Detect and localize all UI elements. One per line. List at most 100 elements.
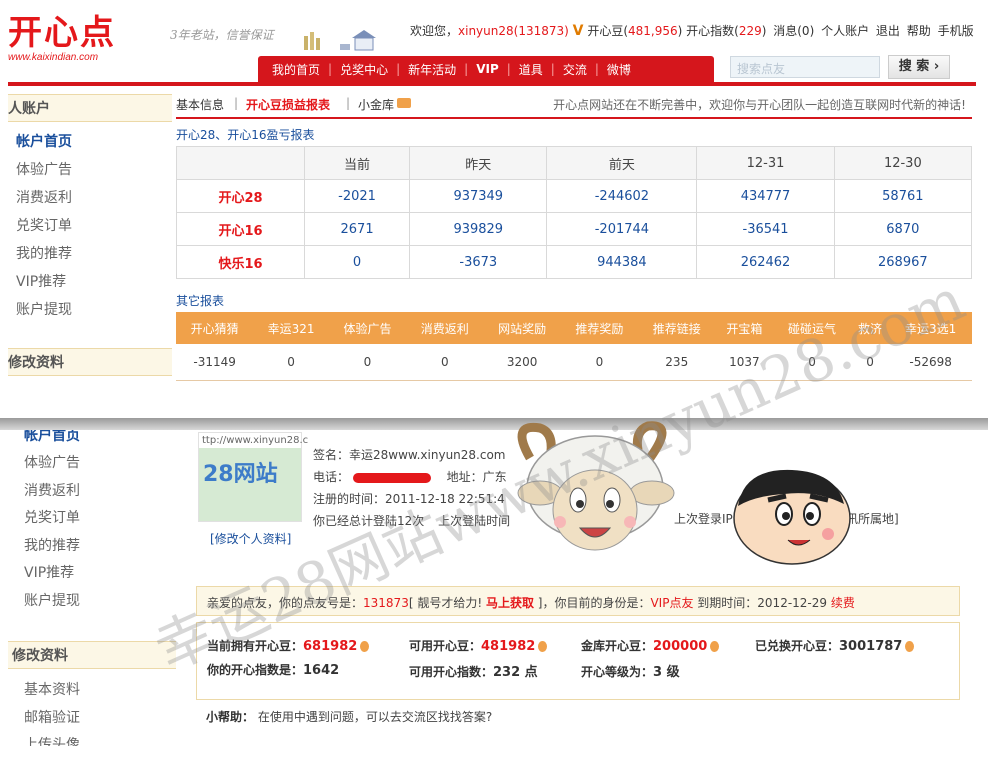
sidebar-heading-edit: 修改资料 xyxy=(8,641,176,669)
index-value: 229 xyxy=(738,24,762,38)
sidebar-item-basic-profile[interactable]: 基本资料 xyxy=(24,677,176,705)
beans-row: 当前拥有开心豆：681982 可用开心豆：481982 金库开心豆：200000… xyxy=(207,635,949,659)
help-link[interactable]: 帮助 xyxy=(907,24,931,38)
messages-link[interactable]: 消息(0) xyxy=(773,24,814,38)
sidebar-item-withdraw[interactable]: 账户提现 xyxy=(16,296,172,324)
coin-icon xyxy=(360,641,370,652)
level-label: 开心等级为： xyxy=(581,665,654,679)
table-cell: 235 xyxy=(638,344,716,381)
table-header-row: 开心猜猜 幸运321 体验广告 消费返利 网站奖励 推荐奖励 推荐链接 开宝箱 … xyxy=(176,312,972,344)
table-cell: 0 xyxy=(560,344,639,381)
coin-icon xyxy=(538,641,548,652)
other-report-title: 其它报表 xyxy=(176,294,225,308)
sidebar-item-vip-referrals[interactable]: VIP推荐 xyxy=(24,560,176,588)
expiry-text: 到期时间：2012-12-29 xyxy=(693,596,831,610)
avatar-text: 28网站 xyxy=(203,462,278,487)
nav-new-year[interactable]: 新年活动 xyxy=(408,61,456,78)
sidebar-list: 帐户首页 体验广告 消费返利 兑奖订单 我的推荐 VIP推荐 账户提现 xyxy=(8,122,172,324)
logout-link[interactable]: 退出 xyxy=(876,24,900,38)
tab-basic-info[interactable]: 基本信息 xyxy=(176,96,224,113)
table-cell: 0 xyxy=(406,344,484,381)
account-link[interactable]: 个人账户 xyxy=(821,24,869,38)
table-cell: 0 xyxy=(328,344,407,381)
sidebar-item-referrals[interactable]: 我的推荐 xyxy=(16,240,172,268)
sidebar-item-referrals[interactable]: 我的推荐 xyxy=(24,533,176,561)
nav-home[interactable]: 我的首页 xyxy=(272,61,320,78)
slogan: 3年老站，信誉保证 xyxy=(170,28,274,42)
help-tip: 小帮助： 在使用中遇到问题，可以去交流区找找答案? xyxy=(206,708,492,725)
available-beans-label: 可用开心豆： xyxy=(409,639,482,653)
vault-beans-label: 金库开心豆： xyxy=(581,639,654,653)
vault-beans-value: 200000 xyxy=(653,639,708,654)
sidebar-item-rebate[interactable]: 消费返利 xyxy=(16,184,172,212)
redaction-mark xyxy=(352,472,431,483)
table-header: 消费返利 xyxy=(406,312,484,344)
coin-icon xyxy=(710,641,720,652)
tab-bean-report[interactable]: 开心豆损益报表 xyxy=(246,96,330,113)
logo-text: 开心点 xyxy=(8,13,116,53)
sidebar-item-account-home[interactable]: 帐户首页 xyxy=(24,430,176,450)
beans-label: 开心豆( xyxy=(587,24,628,38)
vip-icon: V xyxy=(572,23,584,39)
profile-info: 签名：幸运28www.xinyun28.com 电话： 地址：广东 注册的时间：… xyxy=(313,444,510,532)
register-time: 注册的时间：2011-12-18 22:51:4 xyxy=(313,492,505,506)
status-greeting: 亲爱的点友，你的点友号是： xyxy=(207,596,364,610)
login-line: 你已经总计登陆12次 上次登陆时间 xyxy=(313,510,510,532)
table-header: 碰碰运气 xyxy=(773,312,851,344)
table-cell: 58761 xyxy=(833,179,973,213)
nav-separator: | xyxy=(594,62,599,76)
sidebar-item-upload-avatar[interactable]: 上传头像 xyxy=(24,732,176,746)
avatar[interactable]: ttp://www.xinyun28.c 28网站 xyxy=(198,432,308,522)
phone-label: 电话： xyxy=(313,470,350,484)
username-link[interactable]: xinyun28(131873) xyxy=(458,24,569,38)
sidebar-item-account-home[interactable]: 帐户首页 xyxy=(16,128,172,156)
coin-icon xyxy=(905,641,915,652)
header-divider xyxy=(8,82,976,86)
table-header: 开宝箱 xyxy=(715,312,774,344)
table-cell: 0 xyxy=(850,344,890,381)
welcome-text: 欢迎您， xyxy=(410,24,459,38)
table-cell: 2671 xyxy=(303,212,411,246)
edit-profile-link[interactable]: [修改个人资料] xyxy=(210,530,291,547)
search-button[interactable]: 搜 索 › xyxy=(888,55,950,79)
sidebar-item-rebate[interactable]: 消费返利 xyxy=(24,478,176,506)
nav-forum[interactable]: 交流 xyxy=(563,61,587,78)
site-logo[interactable]: 开心点 www.kaixindian.com xyxy=(8,14,168,74)
tab-separator: | xyxy=(234,96,239,110)
logo-url: www.kaixindian.com xyxy=(8,52,99,63)
sidebar-item-trial-ads[interactable]: 体验广告 xyxy=(16,156,172,184)
nav-weibo[interactable]: 微博 xyxy=(607,61,631,78)
index-row: 你的开心指数是：1642 可用开心指数：232 点 开心等级为：3 级 xyxy=(207,659,949,683)
sidebar-item-withdraw[interactable]: 账户提现 xyxy=(24,588,176,616)
tab-separator: | xyxy=(346,96,351,110)
sidebar-item-orders[interactable]: 兑奖订单 xyxy=(24,505,176,533)
other-report-table: 开心猜猜 幸运321 体验广告 消费返利 网站奖励 推荐奖励 推荐链接 开宝箱 … xyxy=(176,312,972,381)
screenshot-divider xyxy=(0,418,988,430)
sidebar-item-vip-referrals[interactable]: VIP推荐 xyxy=(16,268,172,296)
row-label: 开心16 xyxy=(176,212,305,246)
available-index-value: 232 点 xyxy=(493,665,538,680)
sidebar-list: 帐户首页 体验广告 消费返利 兑奖订单 我的推荐 VIP推荐 账户提现 xyxy=(8,430,176,615)
sidebar-item-orders[interactable]: 兑奖订单 xyxy=(16,212,172,240)
table-header: 当前 xyxy=(303,146,411,180)
beans-close: ) xyxy=(677,24,683,38)
nav-items[interactable]: 道具 xyxy=(519,61,543,78)
nav-prize-center[interactable]: 兑奖中心 xyxy=(340,61,388,78)
table-row: -31149 0 0 0 3200 0 235 1037 0 0 -52698 xyxy=(176,344,972,381)
sidebar-top: 人账户 帐户首页 体验广告 消费返利 兑奖订单 我的推荐 VIP推荐 账户提现 … xyxy=(8,94,172,412)
sidebar-heading-account: 人账户 xyxy=(8,94,172,122)
renew-link[interactable]: 续费 xyxy=(831,596,855,610)
table-cell: 944384 xyxy=(546,245,698,279)
get-now-link[interactable]: 马上获取 xyxy=(486,596,534,610)
mobile-link[interactable]: 手机版 xyxy=(938,24,974,38)
table-header: 昨天 xyxy=(409,146,548,180)
table-header: 体验广告 xyxy=(328,312,407,344)
nav-vip[interactable]: VIP xyxy=(476,62,499,76)
available-beans-value: 481982 xyxy=(481,639,536,654)
sidebar-item-trial-ads[interactable]: 体验广告 xyxy=(24,450,176,478)
table-header: 12-31 xyxy=(696,146,835,180)
sidebar-item-email-verify[interactable]: 邮箱验证 xyxy=(24,705,176,733)
status-bar: 亲爱的点友，你的点友号是：131873[ 靓号才给力! 马上获取 ]，你目前的身… xyxy=(196,586,960,616)
tab-vault[interactable]: 小金库 xyxy=(358,96,394,113)
search-input[interactable]: 搜索点友 xyxy=(730,56,880,78)
